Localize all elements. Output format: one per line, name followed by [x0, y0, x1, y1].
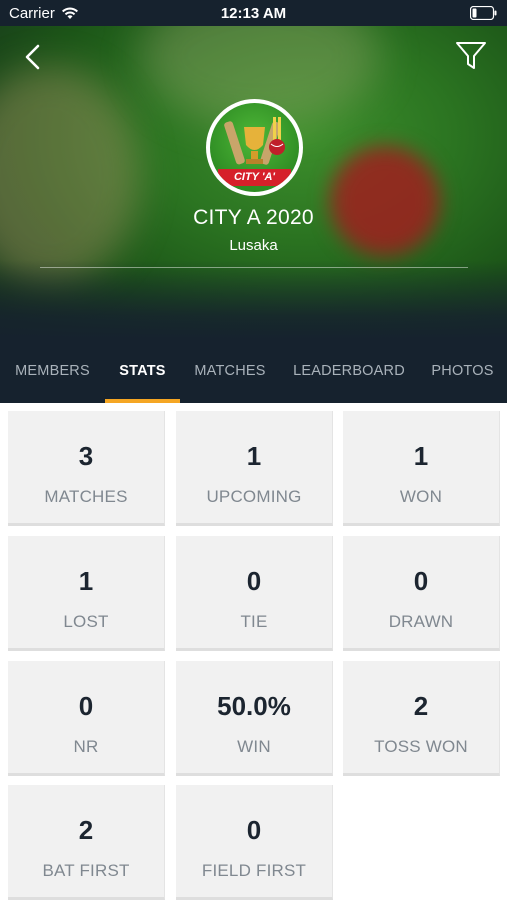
team-city: Lusaka: [229, 237, 278, 254]
stat-value: 1: [78, 566, 94, 596]
tab-stats[interactable]: STATS: [105, 340, 180, 403]
stat-value: 50.0%: [217, 691, 291, 721]
team-logo-banner: CITY 'A': [218, 169, 291, 186]
stat-label: WIN: [237, 737, 271, 756]
stat-label: UPCOMING: [206, 487, 302, 506]
header-divider: [40, 267, 468, 268]
stat-label: BAT FIRST: [42, 861, 130, 880]
stat-value: 2: [78, 815, 94, 845]
stat-label: TIE: [240, 612, 268, 631]
stat-label: NR: [73, 737, 99, 756]
stat-card-field-first: 0 FIELD FIRST: [176, 785, 333, 900]
stat-label: WON: [399, 487, 443, 506]
stat-label: TOSS WON: [374, 737, 468, 756]
header-fade: [0, 260, 507, 340]
chevron-left-icon: [25, 44, 40, 70]
stat-card-won: 1 WON: [343, 411, 500, 526]
stat-card-bat-first: 2 BAT FIRST: [8, 785, 165, 900]
tab-matches[interactable]: MATCHES: [180, 340, 280, 403]
stat-card-lost: 1 LOST: [8, 536, 165, 651]
stat-value: 3: [78, 441, 94, 471]
tab-photos[interactable]: PHOTOS: [418, 340, 507, 403]
stat-value: 0: [246, 566, 262, 596]
stat-label: FIELD FIRST: [201, 861, 307, 880]
stat-value: 2: [413, 691, 429, 721]
stat-card-drawn: 0 DRAWN: [343, 536, 500, 651]
stat-value: 1: [413, 441, 429, 471]
tab-leaderboard[interactable]: LEADERBOARD: [280, 340, 418, 403]
stats-grid: 3 MATCHES 1 UPCOMING 1 WON 1 LOST 0 TIE …: [0, 403, 507, 900]
stat-value: 1: [246, 441, 262, 471]
tab-bar: MEMBERS STATS MATCHES LEADERBOARD PHOTOS: [0, 340, 507, 403]
stat-card-toss-won: 2 TOSS WON: [343, 661, 500, 776]
stat-card-matches: 3 MATCHES: [8, 411, 165, 526]
team-logo: CITY 'A': [206, 99, 303, 196]
stat-value: 0: [413, 566, 429, 596]
stat-card-nr: 0 NR: [8, 661, 165, 776]
stat-value: 0: [78, 691, 94, 721]
stat-label: DRAWN: [388, 612, 454, 631]
filter-button[interactable]: [455, 40, 487, 72]
back-button[interactable]: [18, 40, 48, 74]
stat-card-tie: 0 TIE: [176, 536, 333, 651]
stat-card-upcoming: 1 UPCOMING: [176, 411, 333, 526]
filter-icon: [456, 42, 486, 69]
status-time: 12:13 AM: [220, 5, 287, 22]
status-bar: Carrier 12:13 AM: [0, 0, 507, 26]
stat-value: 0: [246, 815, 262, 845]
stat-label: LOST: [63, 612, 109, 631]
tab-members[interactable]: MEMBERS: [0, 340, 105, 403]
team-name: CITY A 2020: [193, 206, 314, 229]
stat-label: MATCHES: [44, 487, 128, 506]
stat-card-win: 50.0% WIN: [176, 661, 333, 776]
team-logo-image: CITY 'A': [210, 103, 299, 192]
battery-icon: [469, 5, 497, 24]
